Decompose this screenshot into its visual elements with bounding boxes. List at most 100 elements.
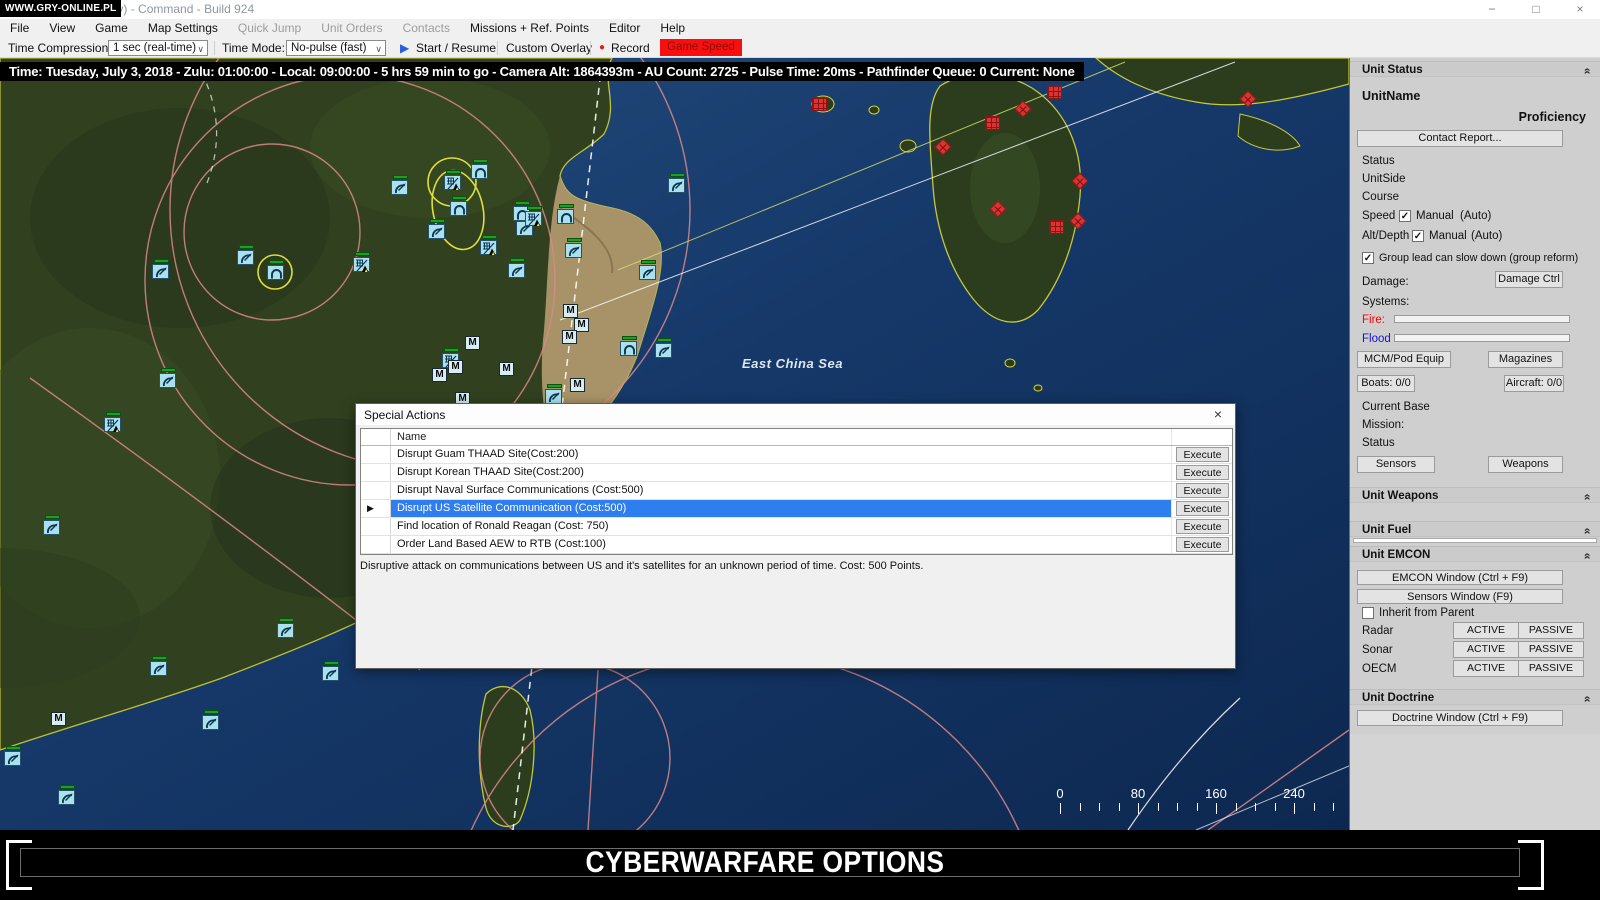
unit-status-header[interactable]: Unit Status » [1350, 61, 1600, 77]
execute-button[interactable]: Execute [1176, 501, 1229, 516]
fire-label: Fire: [1362, 314, 1385, 326]
action-name[interactable]: Disrupt Guam THAAD Site(Cost:200) [391, 446, 1172, 463]
action-name[interactable]: Find location of Ronald Reagan (Cost: 75… [391, 518, 1172, 535]
systems-label: Systems: [1362, 296, 1410, 308]
oecm-passive-button[interactable]: PASSIVE [1518, 660, 1584, 677]
menu-item-game[interactable]: Game [85, 19, 138, 38]
execute-button[interactable]: Execute [1176, 465, 1229, 480]
action-name[interactable]: Disrupt Naval Surface Communications (Co… [391, 482, 1172, 499]
unit-doctrine-header[interactable]: Unit Doctrine » [1350, 689, 1600, 705]
speed-auto-label: (Auto) [1460, 210, 1492, 222]
sonar-passive-button[interactable]: PASSIVE [1518, 641, 1584, 658]
execute-cell: Execute [1172, 536, 1232, 553]
special-action-row[interactable]: ▶ Disrupt US Satellite Communication (Cos… [361, 500, 1232, 518]
sidebar-empty-area [1350, 734, 1600, 830]
collapse-chevron-icon[interactable]: » [1579, 696, 1595, 703]
scale-label: 80 [1130, 786, 1146, 801]
radar-active-button[interactable]: ACTIVE [1453, 622, 1519, 639]
unit-fuel-header[interactable]: Unit Fuel » [1350, 521, 1600, 537]
menu-bar: File View Game Map Settings Quick Jump Unit O… [0, 19, 1600, 38]
game-speed-button[interactable]: Game Speed [660, 39, 742, 56]
contact-report-button[interactable]: Contact Report... [1357, 130, 1563, 147]
dialog-close-icon[interactable]: × [1209, 406, 1227, 422]
sonar-active-button[interactable]: ACTIVE [1453, 641, 1519, 658]
altdepth-manual-checkbox[interactable]: ✓ [1412, 230, 1424, 242]
unit-emcon-header[interactable]: Unit EMCON » [1350, 546, 1600, 562]
special-action-row[interactable]: Order Land Based AEW to RTB (Cost:100) Ex… [361, 536, 1232, 554]
execute-button[interactable]: Execute [1176, 537, 1229, 552]
row-marker-column [361, 429, 391, 445]
scale-tick [1333, 803, 1334, 811]
aircraft-button[interactable]: Aircraft: 0/0 [1504, 375, 1564, 392]
scale-tick [1157, 803, 1159, 811]
mcm-pod-equip-button[interactable]: MCM/Pod Equip [1357, 351, 1451, 368]
action-name[interactable]: Order Land Based AEW to RTB (Cost:100) [391, 536, 1172, 553]
row-marker-cell [361, 518, 391, 535]
scale-tick [1274, 803, 1276, 811]
radar-passive-button[interactable]: PASSIVE [1518, 622, 1584, 639]
cyberwarfare-banner: CYBERWARFARE OPTIONS [0, 830, 1600, 900]
special-action-row[interactable]: Find location of Ronald Reagan (Cost: 75… [361, 518, 1232, 536]
menu-item-view[interactable]: View [39, 19, 85, 38]
emcon-sonar-label: Sonar [1362, 644, 1393, 656]
collapse-chevron-icon[interactable]: » [1579, 68, 1595, 75]
minimize-button[interactable]: − [1472, 0, 1512, 19]
execute-button[interactable]: Execute [1176, 519, 1229, 534]
menu-item-editor[interactable]: Editor [599, 19, 650, 38]
proficiency-label: Proficiency [1518, 110, 1586, 124]
collapse-chevron-icon[interactable]: » [1579, 494, 1595, 501]
damage-label: Damage: [1362, 276, 1409, 288]
menu-item-contacts: Contacts [402, 21, 450, 35]
scale-label: 0 [1056, 786, 1064, 801]
menu-item-file[interactable]: File [0, 19, 39, 38]
current-base-label: Current Base [1362, 401, 1430, 413]
banner-title: CYBERWARFARE OPTIONS [585, 846, 945, 879]
group-lead-checkbox[interactable]: ✓ [1362, 252, 1374, 264]
row-marker-cell [361, 464, 391, 481]
speed-manual-checkbox[interactable]: ✓ [1399, 210, 1411, 222]
menu-item-map-settings[interactable]: Map Settings [138, 19, 228, 38]
time-compression-select[interactable]: 1 sec (real-time) ∨ [108, 40, 208, 56]
status-2-label: Status [1362, 437, 1395, 449]
special-action-row[interactable]: Disrupt Naval Surface Communications (Co… [361, 482, 1232, 500]
sensors-window-button[interactable]: Sensors Window (F9) [1357, 589, 1563, 604]
weapons-button[interactable]: Weapons [1488, 456, 1563, 473]
time-mode-select[interactable]: No-pulse (fast) ∨ [286, 40, 386, 56]
restore-button[interactable]: □ [1516, 0, 1556, 19]
dialog-title-bar[interactable]: Special Actions × [356, 404, 1235, 425]
special-action-row[interactable]: Disrupt Guam THAAD Site(Cost:200) Execute [361, 446, 1232, 464]
boats-button[interactable]: Boats: 0/0 [1357, 375, 1415, 392]
execute-button[interactable]: Execute [1176, 483, 1229, 498]
start-resume-button[interactable]: Start / Resume [416, 38, 496, 58]
oecm-active-button[interactable]: ACTIVE [1453, 660, 1519, 677]
action-name[interactable]: Disrupt US Satellite Communication (Cost… [391, 500, 1172, 517]
magazines-button[interactable]: Magazines [1488, 351, 1563, 368]
altdepth-label: Alt/Depth [1362, 230, 1410, 242]
emcon-window-button[interactable]: EMCON Window (Ctrl + F9) [1357, 570, 1563, 585]
damage-ctrl-button[interactable]: Damage Ctrl [1495, 271, 1563, 288]
play-icon: ▶ [400, 41, 410, 55]
mission-label: Mission: [1362, 419, 1405, 431]
unit-panel-sidebar: Unit Status » UnitName Proficiency Conta… [1349, 58, 1600, 830]
action-name[interactable]: Disrupt Korean THAAD Site(Cost:200) [391, 464, 1172, 481]
menu-item-help[interactable]: Help [650, 19, 695, 38]
inherit-from-parent-label: Inherit from Parent [1379, 607, 1475, 619]
collapse-chevron-icon[interactable]: » [1579, 553, 1595, 560]
collapse-chevron-icon[interactable]: » [1579, 528, 1595, 535]
record-icon: ● [599, 42, 606, 53]
altdepth-manual-label: Manual [1429, 230, 1467, 242]
speed-manual-label: Manual [1416, 210, 1454, 222]
close-button[interactable]: × [1560, 0, 1600, 19]
menu-item-missions-ref-points[interactable]: Missions + Ref. Points [460, 19, 599, 38]
inherit-from-parent-checkbox[interactable] [1362, 607, 1374, 619]
doctrine-window-button[interactable]: Doctrine Window (Ctrl + F9) [1357, 710, 1563, 726]
record-button[interactable]: Record [611, 38, 650, 58]
special-action-row[interactable]: Disrupt Korean THAAD Site(Cost:200) Execu… [361, 464, 1232, 482]
custom-overlay-button[interactable]: Custom Overlay [506, 38, 592, 58]
scale-tick [1255, 803, 1256, 811]
execute-button[interactable]: Execute [1176, 447, 1229, 462]
toolbar: Time Compression: 1 sec (real-time) ∨ Ti… [0, 38, 1600, 58]
sensors-button[interactable]: Sensors [1357, 456, 1435, 473]
scale-tick [1138, 803, 1139, 814]
unit-weapons-header[interactable]: Unit Weapons » [1350, 487, 1600, 503]
